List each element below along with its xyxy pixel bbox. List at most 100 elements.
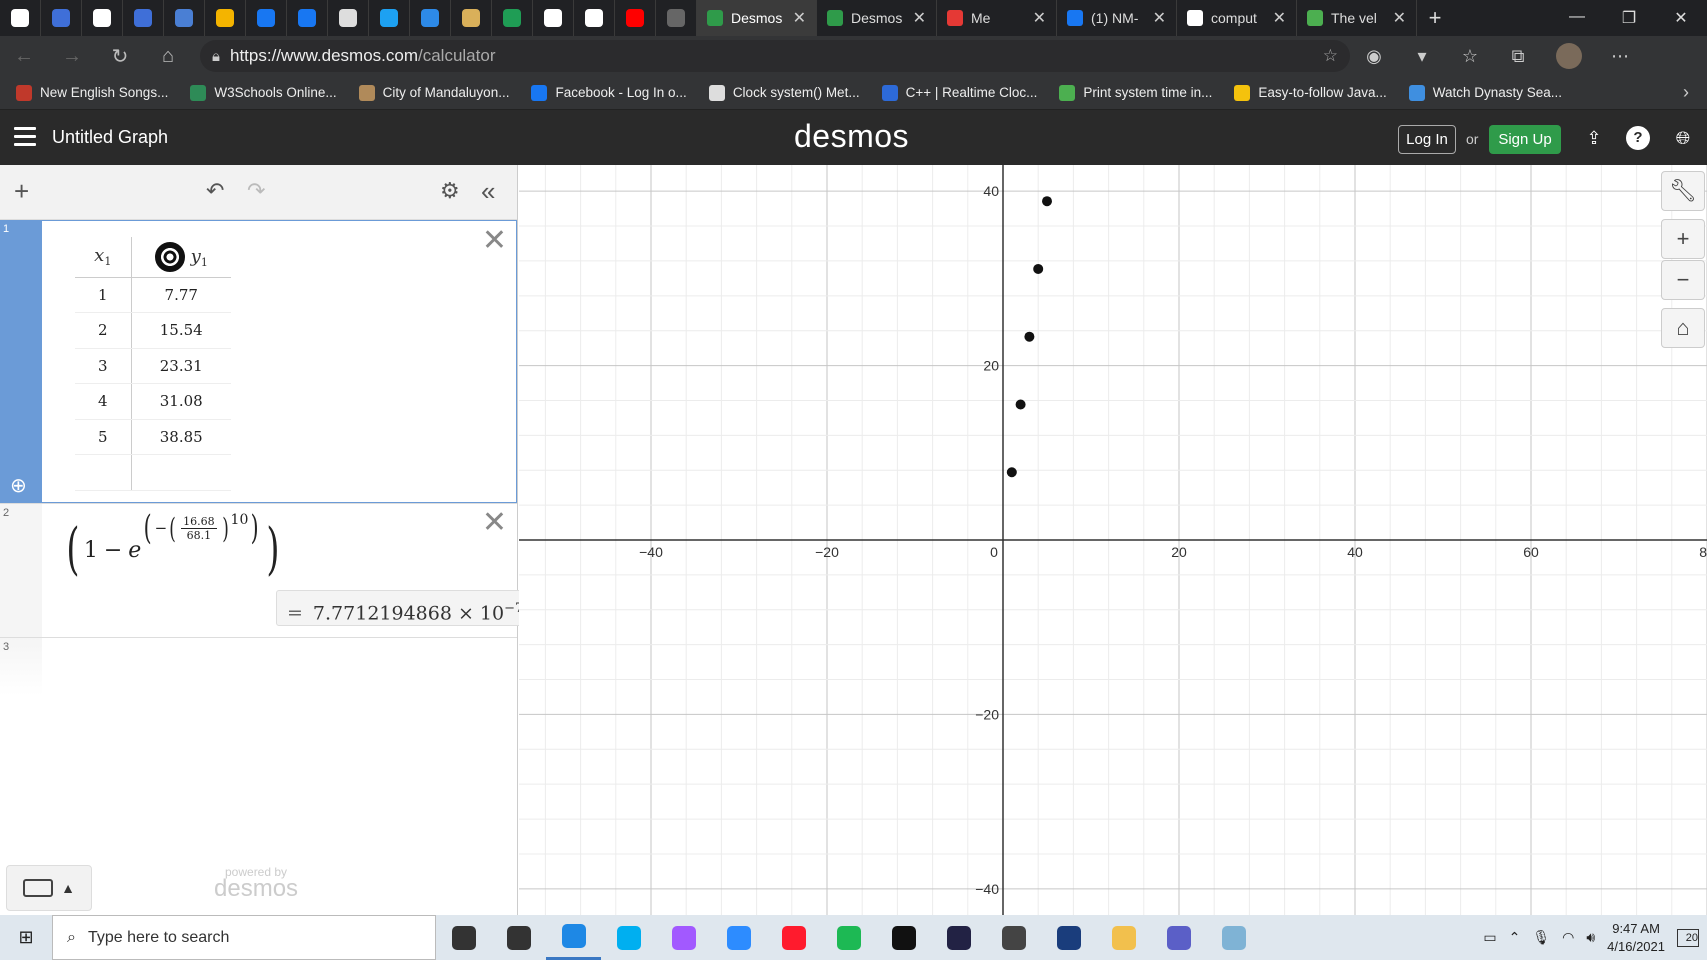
settings-gear-icon[interactable]: ⚙ (440, 177, 460, 205)
pinned-tab[interactable] (246, 0, 287, 36)
tab-close-icon[interactable]: ✕ (1273, 8, 1286, 28)
graph-title[interactable]: Untitled Graph (52, 127, 168, 148)
pinned-tab[interactable] (328, 0, 369, 36)
collapse-panel-icon[interactable]: « (481, 177, 495, 205)
browser-tab[interactable]: The vel ✕ (1297, 0, 1417, 36)
table-cell-x[interactable] (75, 454, 132, 491)
redo-icon[interactable]: ↷ (247, 177, 265, 205)
graph-paper[interactable]: −40 −20 0 20 40 60 80 −40 −20 20 40 🔧︎ + − ⌂ (519, 165, 1707, 915)
taskbar-app[interactable] (766, 915, 821, 960)
pinned-tab[interactable] (369, 0, 410, 36)
keyboard-toggle-button[interactable]: ▲ (6, 865, 92, 911)
browser-tab[interactable]: Desmos ✕ (697, 0, 817, 36)
extension-icon[interactable]: ◉ (1350, 46, 1398, 67)
delete-expression-icon[interactable]: ✕ (482, 508, 507, 538)
tab-close-icon[interactable]: ✕ (1033, 8, 1046, 28)
globe-icon[interactable]: 🌐︎ (1671, 126, 1695, 150)
pinned-tab[interactable] (615, 0, 656, 36)
table-cell-y[interactable]: 38.85 (131, 419, 231, 455)
help-icon[interactable]: ? (1626, 126, 1650, 150)
tab-close-icon[interactable]: ✕ (913, 8, 926, 28)
browser-tab[interactable]: Me ✕ (937, 0, 1057, 36)
taskbar-app[interactable] (601, 915, 656, 960)
delete-expression-icon[interactable]: ✕ (482, 226, 507, 256)
taskbar-app[interactable] (986, 915, 1041, 960)
table-header-y[interactable]: y1 (131, 237, 231, 278)
table-cell-y[interactable]: 31.08 (131, 383, 231, 420)
pinned-tab[interactable] (164, 0, 205, 36)
wifi-icon[interactable]: ◠ (1562, 929, 1574, 946)
tab-close-icon[interactable]: ✕ (793, 8, 806, 28)
bookmark-item[interactable]: Watch Dynasty Sea... (1408, 84, 1562, 101)
more-menu-icon[interactable]: ⋯ (1596, 46, 1644, 67)
table-cell-y[interactable] (131, 454, 231, 491)
pinned-tab[interactable] (574, 0, 615, 36)
taskbar-search[interactable]: ⌕ Type here to search (52, 915, 436, 960)
taskbar-app[interactable] (656, 915, 711, 960)
bookmark-item[interactable]: Print system time in... (1059, 84, 1212, 101)
pinned-tab[interactable] (287, 0, 328, 36)
pinned-tab[interactable] (0, 0, 41, 36)
clock[interactable]: 9:47 AM 4/16/2021 (1607, 920, 1665, 956)
taskbar-app[interactable] (1206, 915, 1261, 960)
back-icon[interactable]: ← (0, 45, 48, 68)
expression-empty[interactable]: 3 (0, 638, 517, 696)
collections-icon[interactable]: ⧉ (1494, 46, 1542, 67)
add-item-icon[interactable]: + (14, 177, 29, 205)
extension-2-icon[interactable]: ▾ (1398, 46, 1446, 67)
table-cell-x[interactable]: 2 (75, 312, 132, 349)
taskbar-app[interactable] (711, 915, 766, 960)
forward-icon[interactable]: → (48, 45, 96, 68)
login-button[interactable]: Log In (1398, 125, 1456, 154)
table-cell-y[interactable]: 15.54 (131, 312, 231, 349)
browser-tab[interactable]: Desmos ✕ (817, 0, 937, 36)
taskbar-app[interactable] (876, 915, 931, 960)
bookmark-item[interactable]: W3Schools Online... (190, 84, 337, 101)
taskbar-app[interactable] (436, 915, 491, 960)
pinned-tab[interactable] (656, 0, 697, 36)
share-icon[interactable]: ⇪ (1582, 126, 1606, 150)
point-style-icon[interactable] (154, 241, 185, 272)
table-cell-y[interactable]: 7.77 (131, 277, 231, 313)
taskbar-app[interactable] (1096, 915, 1151, 960)
taskbar-app[interactable] (1151, 915, 1206, 960)
favorites-icon[interactable]: ☆ (1446, 46, 1494, 67)
address-bar[interactable]: 🔒︎ https://www.desmos.com/calculator ☆ (200, 40, 1350, 72)
notification-center-icon[interactable]: 20 (1677, 928, 1699, 947)
bookmark-item[interactable]: City of Mandaluyon... (358, 84, 509, 101)
taskbar-app[interactable] (931, 915, 986, 960)
expression-formula[interactable]: 2 ✕ ( 1 − e ( − ( 16.68 68.1 ) 10 ) ) = 7 (0, 504, 535, 638)
formula-input[interactable]: ( 1 − e ( − ( 16.68 68.1 ) 10 ) ) (62, 508, 284, 578)
windows-start-icon[interactable]: ⊞ (0, 927, 52, 948)
home-icon[interactable]: ⌂ (144, 45, 192, 68)
new-tab-button[interactable]: + (1417, 5, 1453, 31)
table-cell-x[interactable]: 5 (75, 419, 132, 455)
microphone-icon[interactable]: 🎙︎ (1532, 929, 1550, 946)
table-cell-x[interactable]: 1 (75, 277, 132, 313)
tab-close-icon[interactable]: ✕ (1393, 8, 1406, 28)
favorite-star-icon[interactable]: ☆ (1323, 46, 1338, 66)
restore-button[interactable]: ❐ (1603, 8, 1655, 28)
expression-table[interactable]: 1 ⊕ ✕ x1 y1 1 7.77 2 15.54 3 23.31 4 31.08 5 38.8… (0, 220, 517, 504)
taskbar-app[interactable] (546, 915, 601, 960)
minimize-button[interactable]: — (1551, 8, 1603, 28)
browser-tab[interactable]: comput ✕ (1177, 0, 1297, 36)
taskbar-app[interactable] (491, 915, 546, 960)
zoom-in-button[interactable]: + (1661, 219, 1705, 259)
browser-tab[interactable]: (1) NM- ✕ (1057, 0, 1177, 36)
pinned-tab[interactable] (41, 0, 82, 36)
table-cell-y[interactable]: 23.31 (131, 348, 231, 384)
bookmark-item[interactable]: Clock system() Met... (708, 84, 860, 101)
table-header-x[interactable]: x1 (75, 237, 132, 278)
pinned-tab[interactable] (492, 0, 533, 36)
menu-icon[interactable] (14, 127, 36, 146)
table-cell-x[interactable]: 4 (75, 383, 132, 420)
bookmark-item[interactable]: Facebook - Log In o... (531, 84, 687, 101)
undo-icon[interactable]: ↶ (206, 177, 224, 205)
pinned-tab[interactable] (205, 0, 246, 36)
bookmark-item[interactable]: C++ | Realtime Cloc... (881, 84, 1037, 101)
chevron-up-icon[interactable]: ⌃ (1509, 929, 1521, 946)
refresh-icon[interactable]: ↻ (96, 44, 144, 69)
zoom-fit-icon[interactable]: ⊕ (10, 473, 32, 497)
zoom-out-button[interactable]: − (1661, 260, 1705, 300)
